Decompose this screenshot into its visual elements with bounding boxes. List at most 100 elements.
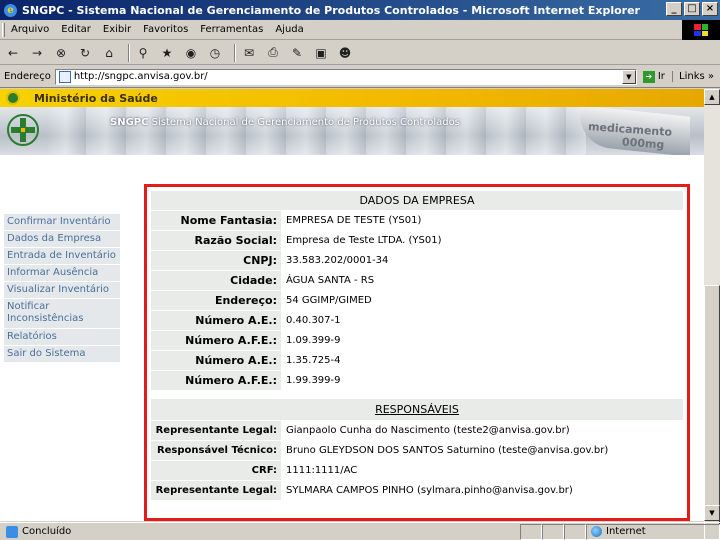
- row-value: 1.09.399-9: [281, 331, 683, 350]
- scroll-up-icon[interactable]: ▲: [704, 89, 720, 105]
- back-icon[interactable]: ←: [4, 44, 22, 62]
- row-value: 1.35.725-4: [281, 351, 683, 370]
- page-done-icon: [6, 525, 18, 538]
- status-cell: [542, 523, 564, 540]
- home-icon[interactable]: ⌂: [100, 44, 118, 62]
- table-row: Número A.E.: 1.35.725-4: [151, 351, 683, 371]
- messenger-icon[interactable]: ☻: [336, 44, 354, 62]
- discuss-icon[interactable]: ▣: [312, 44, 330, 62]
- go-arrow-icon: ➔: [642, 70, 655, 83]
- menu-arquivo[interactable]: Arquivo: [5, 24, 55, 35]
- window-titlebar: e SNGPC - Sistema Nacional de Gerenciame…: [0, 0, 720, 20]
- banner-stripe: [46, 107, 586, 155]
- sidebar-item-confirmar-inventario[interactable]: Confirmar Inventário: [4, 214, 120, 231]
- menu-ferramentas[interactable]: Ferramentas: [194, 24, 269, 35]
- vertical-scrollbar[interactable]: ▲ ▼: [704, 89, 720, 540]
- sidebar-item-entrada-inventario[interactable]: Entrada de Inventário: [4, 248, 120, 265]
- row-value: EMPRESA DE TESTE (YS01): [281, 211, 683, 230]
- stop-icon[interactable]: ⊗: [52, 44, 70, 62]
- row-label: Número A.E.:: [151, 311, 281, 330]
- row-label: Número A.F.E.:: [151, 331, 281, 350]
- address-bar: Endereço http://sngpc.anvisa.gov.br/ ▼ ➔…: [0, 66, 720, 88]
- sngpc-banner: SNGPC Sistema Nacional de Gerenciamento …: [0, 107, 704, 155]
- row-value: 54 GGIMP/GIMED: [281, 291, 683, 310]
- row-value: 0.40.307-1: [281, 311, 683, 330]
- address-label: Endereço: [4, 71, 51, 82]
- search-icon[interactable]: ⚲: [134, 44, 152, 62]
- address-input[interactable]: http://sngpc.anvisa.gov.br/ ▼: [54, 68, 637, 85]
- row-value: SYLMARA CAMPOS PINHO (sylmara.pinho@anvi…: [281, 481, 683, 500]
- mail-icon[interactable]: ✉: [240, 44, 258, 62]
- go-button[interactable]: ➔ Ir: [642, 70, 665, 83]
- links-button[interactable]: Links »: [672, 71, 720, 82]
- window-title: SNGPC - Sistema Nacional de Gerenciament…: [22, 3, 640, 17]
- anvisa-logo-icon: [7, 114, 39, 146]
- status-cell: [520, 523, 542, 540]
- media-icon[interactable]: ◉: [182, 44, 200, 62]
- close-button[interactable]: ×: [702, 2, 718, 16]
- scroll-down-icon[interactable]: ▼: [704, 505, 720, 521]
- window-controls: _ □ ×: [666, 2, 718, 16]
- status-text: Concluído: [22, 526, 72, 537]
- ministry-title: Ministério da Saúde: [34, 91, 158, 105]
- row-label: CRF:: [151, 461, 281, 480]
- menu-editar[interactable]: Editar: [55, 24, 97, 35]
- windows-logo-icon: [682, 20, 720, 40]
- table-row: Cidade: ÁGUA SANTA - RS: [151, 271, 683, 291]
- print-icon[interactable]: ⎙: [264, 44, 282, 62]
- brasao-icon: [6, 91, 20, 105]
- address-url[interactable]: http://sngpc.anvisa.gov.br/: [74, 71, 208, 82]
- row-label: Representante Legal:: [151, 481, 281, 500]
- minimize-button[interactable]: _: [666, 2, 682, 16]
- sidebar-item-sair[interactable]: Sair do Sistema: [4, 346, 120, 363]
- status-cells: Internet: [520, 523, 720, 540]
- sidebar-item-dados-empresa[interactable]: Dados da Empresa: [4, 231, 120, 248]
- sidebar-item-informar-ausencia[interactable]: Informar Ausência: [4, 265, 120, 282]
- refresh-icon[interactable]: ↻: [76, 44, 94, 62]
- page-viewport: Ministério da Saúde SNGPC Sistema Nacion…: [0, 89, 704, 521]
- table-row: Número A.E.: 0.40.307-1: [151, 311, 683, 331]
- edit-icon[interactable]: ✎: [288, 44, 306, 62]
- empresa-heading: DADOS DA EMPRESA: [151, 191, 683, 211]
- toolbar-divider: [128, 43, 130, 62]
- row-value: 33.583.202/0001-34: [281, 251, 683, 270]
- table-row: Nome Fantasia: EMPRESA DE TESTE (YS01): [151, 211, 683, 231]
- history-icon[interactable]: ◷: [206, 44, 224, 62]
- row-label: Representante Legal:: [151, 421, 281, 440]
- sidebar-item-relatorios[interactable]: Relatórios: [4, 329, 120, 346]
- table-row: Número A.F.E.: 1.09.399-9: [151, 331, 683, 351]
- row-label: Número A.F.E.:: [151, 371, 281, 390]
- internet-globe-icon: [591, 526, 602, 537]
- row-label: Número A.E.:: [151, 351, 281, 370]
- responsaveis-heading: RESPONSÁVEIS: [151, 399, 683, 421]
- favorites-icon[interactable]: ★: [158, 44, 176, 62]
- row-value: 1.99.399-9: [281, 371, 683, 390]
- menu-bar: Arquivo Editar Exibir Favoritos Ferramen…: [0, 20, 720, 40]
- security-zone: Internet: [586, 523, 720, 540]
- go-label: Ir: [657, 71, 665, 82]
- address-dropdown-icon[interactable]: ▼: [621, 69, 636, 84]
- row-value: ÁGUA SANTA - RS: [281, 271, 683, 290]
- maximize-button[interactable]: □: [684, 2, 700, 16]
- scroll-thumb[interactable]: [704, 285, 720, 540]
- menu-exibir[interactable]: Exibir: [97, 24, 137, 35]
- row-label: Nome Fantasia:: [151, 211, 281, 230]
- row-value: Empresa de Teste LTDA. (YS01): [281, 231, 683, 250]
- status-bar: Concluído Internet: [0, 522, 720, 540]
- row-label: CNPJ:: [151, 251, 281, 270]
- menu-favoritos[interactable]: Favoritos: [137, 24, 194, 35]
- page-icon: [58, 70, 71, 83]
- row-label: Razão Social:: [151, 231, 281, 250]
- ministry-bar: Ministério da Saúde: [0, 89, 704, 107]
- company-data-panel: DADOS DA EMPRESA Nome Fantasia: EMPRESA D…: [144, 184, 690, 521]
- menu-ajuda[interactable]: Ajuda: [269, 24, 309, 35]
- forward-icon[interactable]: →: [28, 44, 46, 62]
- sidebar-item-visualizar-inventario[interactable]: Visualizar Inventário: [4, 282, 120, 299]
- table-row: Razão Social: Empresa de Teste LTDA. (YS0…: [151, 231, 683, 251]
- sidebar-item-notificar-inconsistencias[interactable]: Notificar Inconsistências: [4, 299, 120, 329]
- row-label: Cidade:: [151, 271, 281, 290]
- table-row: CNPJ: 33.583.202/0001-34: [151, 251, 683, 271]
- zone-label: Internet: [606, 526, 646, 537]
- row-value: Gianpaolo Cunha do Nascimento (teste2@an…: [281, 421, 683, 440]
- banner-title: SNGPC Sistema Nacional de Gerenciamento …: [110, 117, 460, 128]
